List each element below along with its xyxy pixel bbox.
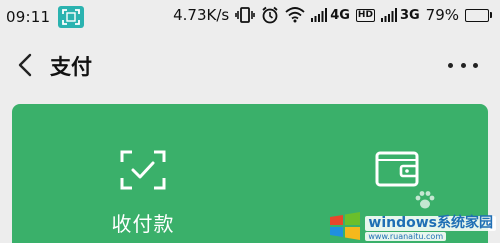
status-time: 09:11 <box>6 8 51 26</box>
chevron-left-icon[interactable] <box>14 52 38 78</box>
status-right: 4.73K/s 4G HD 3G 79% <box>173 6 492 24</box>
hd-badge: HD <box>355 8 375 22</box>
wallet-button[interactable] <box>312 104 482 243</box>
wifi-icon <box>285 7 305 23</box>
network-type-2: 3G <box>399 7 420 23</box>
battery-percent: 79% <box>425 6 459 24</box>
pay-card: 收付款 <box>12 104 488 243</box>
wallet-icon <box>375 150 419 192</box>
battery-icon <box>465 8 492 22</box>
page-title: 支付 <box>50 55 92 79</box>
net-speed: 4.73K/s <box>173 6 230 24</box>
signal-icon: 3G <box>380 7 420 23</box>
paw-icon <box>414 190 436 214</box>
nav-bar: 支付 <box>0 40 500 90</box>
alarm-icon <box>261 6 279 24</box>
network-type-1: 4G <box>330 7 350 23</box>
receive-pay-label: 收付款 <box>111 212 175 236</box>
scan-icon <box>58 6 85 28</box>
status-bar: 09:11 4.73K/s 4G HD 3G 79% <box>0 0 500 35</box>
more-icon[interactable] <box>448 53 478 77</box>
receive-pay-button[interactable]: 收付款 <box>58 104 228 243</box>
signal-icon: 4G <box>311 8 350 23</box>
vibrate-icon <box>235 6 256 24</box>
status-left: 09:11 <box>6 6 85 28</box>
scan-check-icon <box>120 150 166 194</box>
